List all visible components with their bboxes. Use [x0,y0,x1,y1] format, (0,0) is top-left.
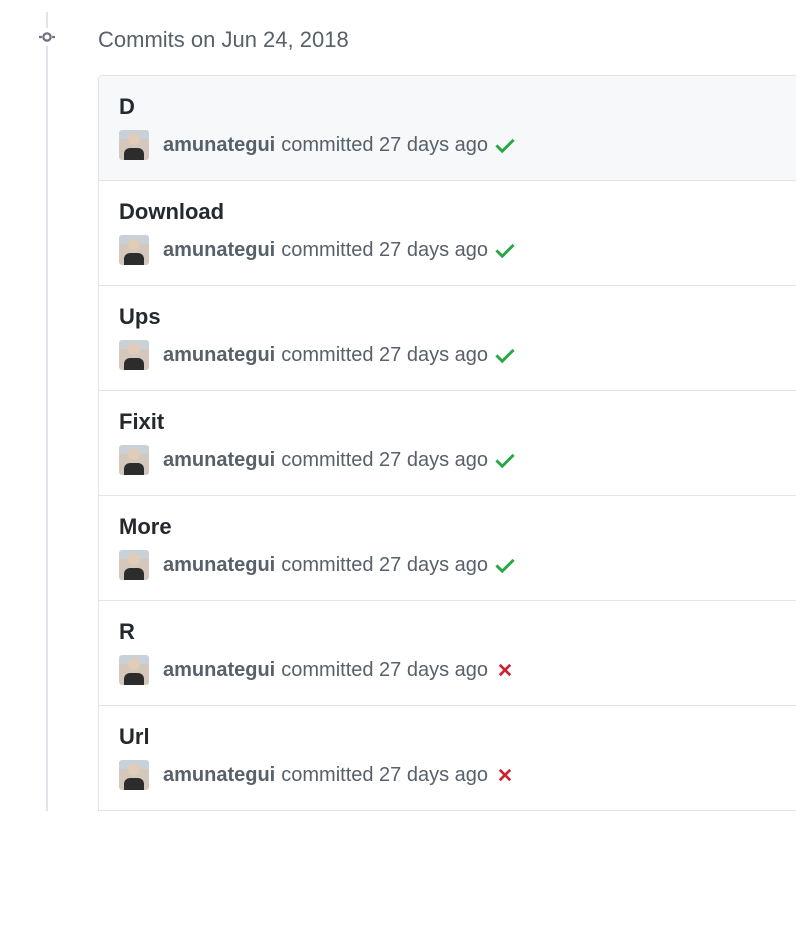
avatar[interactable] [119,445,149,475]
x-icon[interactable] [494,764,516,786]
commit-meta: amunategui committed 27 days ago [119,550,776,580]
commit-author-link[interactable]: amunategui [163,449,275,472]
commit-meta: amunategui committed 27 days ago [119,445,776,475]
commit-item: Url amunategui committed 27 days ago [99,706,796,811]
avatar[interactable] [119,130,149,160]
check-icon[interactable] [494,344,516,366]
commit-item: Fixit amunategui committed 27 days ago [99,391,796,496]
check-icon[interactable] [494,134,516,156]
commit-time: committed 27 days ago [281,134,488,157]
avatar[interactable] [119,550,149,580]
x-icon[interactable] [494,659,516,681]
commits-list: D amunategui committed 27 days ago Downl… [98,75,796,811]
avatar[interactable] [119,655,149,685]
commit-author-link[interactable]: amunategui [163,344,275,367]
commit-item: R amunategui committed 27 days ago [99,601,796,706]
commit-time: committed 27 days ago [281,344,488,367]
check-icon[interactable] [494,449,516,471]
timeline-date-header: Commits on Jun 24, 2018 [98,20,796,75]
commit-time: committed 27 days ago [281,764,488,787]
commit-title-link[interactable]: Download [119,199,776,225]
commit-title-link[interactable]: Url [119,724,776,750]
commit-time: committed 27 days ago [281,449,488,472]
commit-author-link[interactable]: amunategui [163,659,275,682]
commit-title-link[interactable]: Ups [119,304,776,330]
commit-item: Download amunategui committed 27 days ag… [99,181,796,286]
commit-title-link[interactable]: Fixit [119,409,776,435]
commit-title-link[interactable]: R [119,619,776,645]
commit-item: D amunategui committed 27 days ago [99,76,796,181]
check-icon[interactable] [494,554,516,576]
commit-author-link[interactable]: amunategui [163,764,275,787]
commit-time: committed 27 days ago [281,239,488,262]
commit-meta: amunategui committed 27 days ago [119,235,776,265]
commit-meta: amunategui committed 27 days ago [119,655,776,685]
commit-title-link[interactable]: D [119,94,776,120]
avatar[interactable] [119,340,149,370]
commit-author-link[interactable]: amunategui [163,239,275,262]
commit-meta: amunategui committed 27 days ago [119,760,776,790]
commit-time: committed 27 days ago [281,554,488,577]
timeline-line [46,12,48,811]
commit-item: Ups amunategui committed 27 days ago [99,286,796,391]
commit-author-link[interactable]: amunategui [163,554,275,577]
commit-item: More amunategui committed 27 days ago [99,496,796,601]
commit-author-link[interactable]: amunategui [163,134,275,157]
commit-meta: amunategui committed 27 days ago [119,340,776,370]
commit-meta: amunategui committed 27 days ago [119,130,776,160]
avatar[interactable] [119,235,149,265]
commit-title-link[interactable]: More [119,514,776,540]
commits-timeline: Commits on Jun 24, 2018 D amunategui com… [0,0,796,811]
commit-marker-icon [38,28,56,46]
check-icon[interactable] [494,239,516,261]
commit-time: committed 27 days ago [281,659,488,682]
avatar[interactable] [119,760,149,790]
